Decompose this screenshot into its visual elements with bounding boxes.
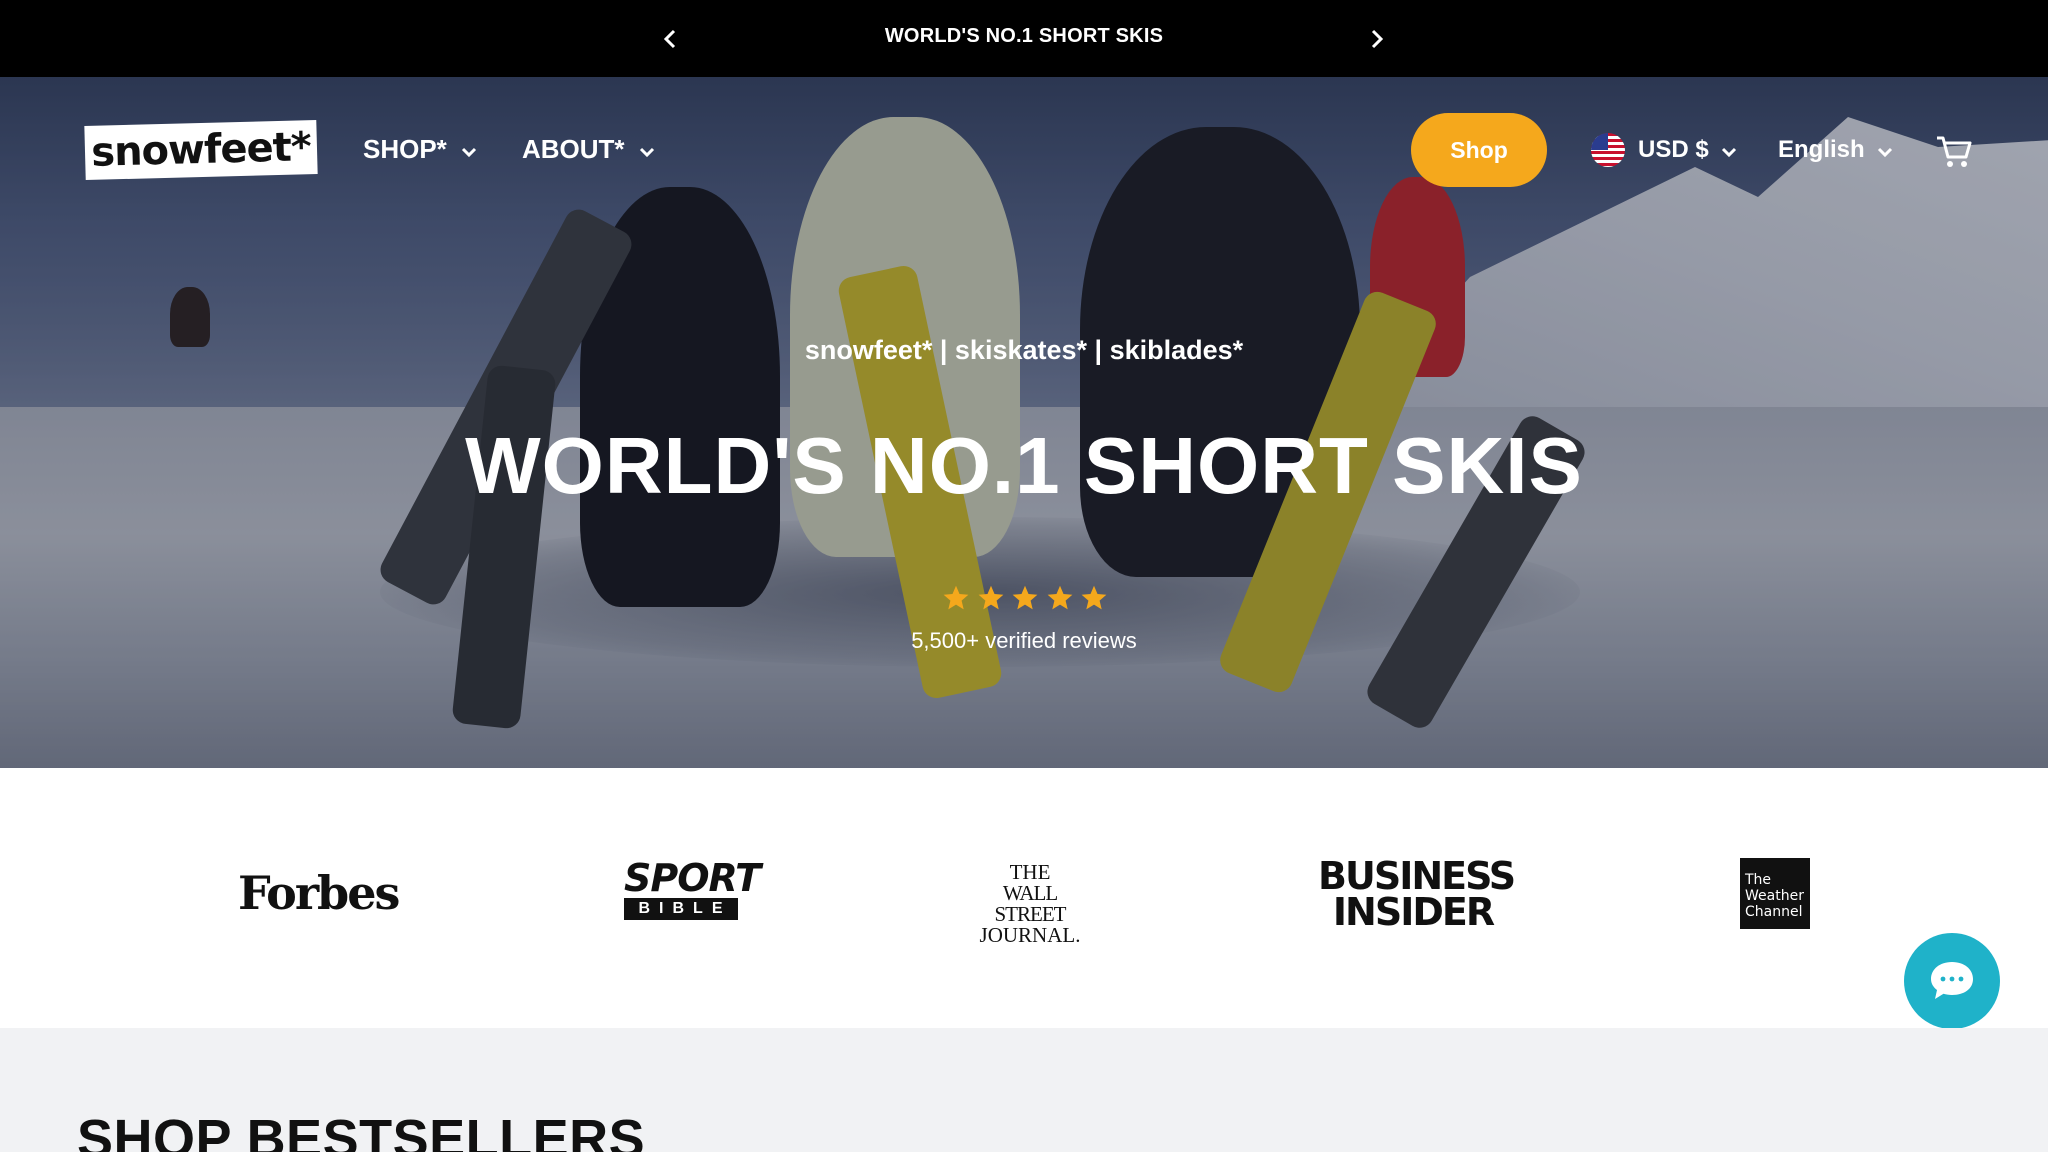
bestsellers-heading: SHOP BESTSELLERS xyxy=(77,1109,646,1152)
bi-line1: BUSINESS xyxy=(1318,854,1516,898)
star-icon xyxy=(978,585,1003,610)
bi-line2: INSIDER xyxy=(1332,890,1495,934)
twc-line2: Weather xyxy=(1745,888,1804,904)
shop-button[interactable]: Shop xyxy=(1411,113,1547,187)
us-flag-icon xyxy=(1591,133,1625,167)
chevron-down-icon xyxy=(1721,147,1736,158)
hero-title: WORLD'S NO.1 SHORT SKIS xyxy=(465,421,1583,510)
business-insider-logo: BUSINESS INSIDER xyxy=(1318,854,1516,934)
sport-bible-line1: SPORT xyxy=(624,856,761,900)
chat-button[interactable] xyxy=(1904,933,2000,1029)
cart-icon xyxy=(1937,136,1972,167)
language-selector[interactable]: English xyxy=(1778,131,1893,169)
star-icon xyxy=(1047,585,1072,610)
cart-button[interactable] xyxy=(1934,131,1974,171)
wall-street-journal-logo: THE WALL STREET JOURNAL. xyxy=(970,862,1090,946)
wsj-line2: WALL STREET xyxy=(994,881,1067,926)
star-icon xyxy=(1012,585,1038,610)
previous-announcement-button[interactable] xyxy=(653,22,687,56)
hero-subtitle: snowfeet* | skiskates* | skiblades* xyxy=(804,335,1244,365)
twc-line1: The xyxy=(1745,872,1772,888)
currency-selector[interactable]: USD $ xyxy=(1591,131,1737,169)
sport-bible-logo: SPORT BIBLE xyxy=(624,856,761,926)
star-icon xyxy=(1081,585,1107,610)
nav-about-menu[interactable]: ABOUT* xyxy=(522,131,655,167)
bestsellers-section: SHOP BESTSELLERS xyxy=(0,1028,2048,1152)
currency-label: USD $ xyxy=(1638,136,1709,163)
chevron-down-icon xyxy=(1877,147,1892,158)
twc-line3: Channel xyxy=(1745,904,1803,920)
logo-text: snowfeet* xyxy=(90,124,312,176)
reviews-count: 5,500+ verified reviews xyxy=(911,628,1137,653)
chat-bubble-icon xyxy=(1931,962,1973,999)
announcement-text: WORLD'S NO.1 SHORT SKIS xyxy=(884,25,1164,47)
nav-shop-menu[interactable]: SHOP* xyxy=(363,131,477,167)
rating-stars xyxy=(942,584,1108,616)
chevron-right-icon xyxy=(1371,29,1384,49)
weather-channel-logo: The Weather Channel xyxy=(1740,858,1810,929)
nav-shop-label: SHOP* xyxy=(363,133,447,164)
sport-bible-line2: BIBLE xyxy=(624,898,738,920)
wsj-line1: THE xyxy=(1009,860,1051,884)
announcement-bar: WORLD'S NO.1 SHORT SKIS xyxy=(0,0,2048,77)
snowfeet-logo[interactable]: snowfeet* xyxy=(84,119,318,181)
chevron-left-icon xyxy=(663,29,676,49)
chevron-down-icon xyxy=(461,147,476,158)
wsj-line3: JOURNAL. xyxy=(979,923,1081,947)
star-icon xyxy=(943,585,969,610)
nav-about-label: ABOUT* xyxy=(522,133,625,164)
chevron-down-icon xyxy=(639,147,654,158)
forbes-logo: Forbes xyxy=(238,866,400,920)
language-label: English xyxy=(1778,136,1865,163)
next-announcement-button[interactable] xyxy=(1360,22,1394,56)
